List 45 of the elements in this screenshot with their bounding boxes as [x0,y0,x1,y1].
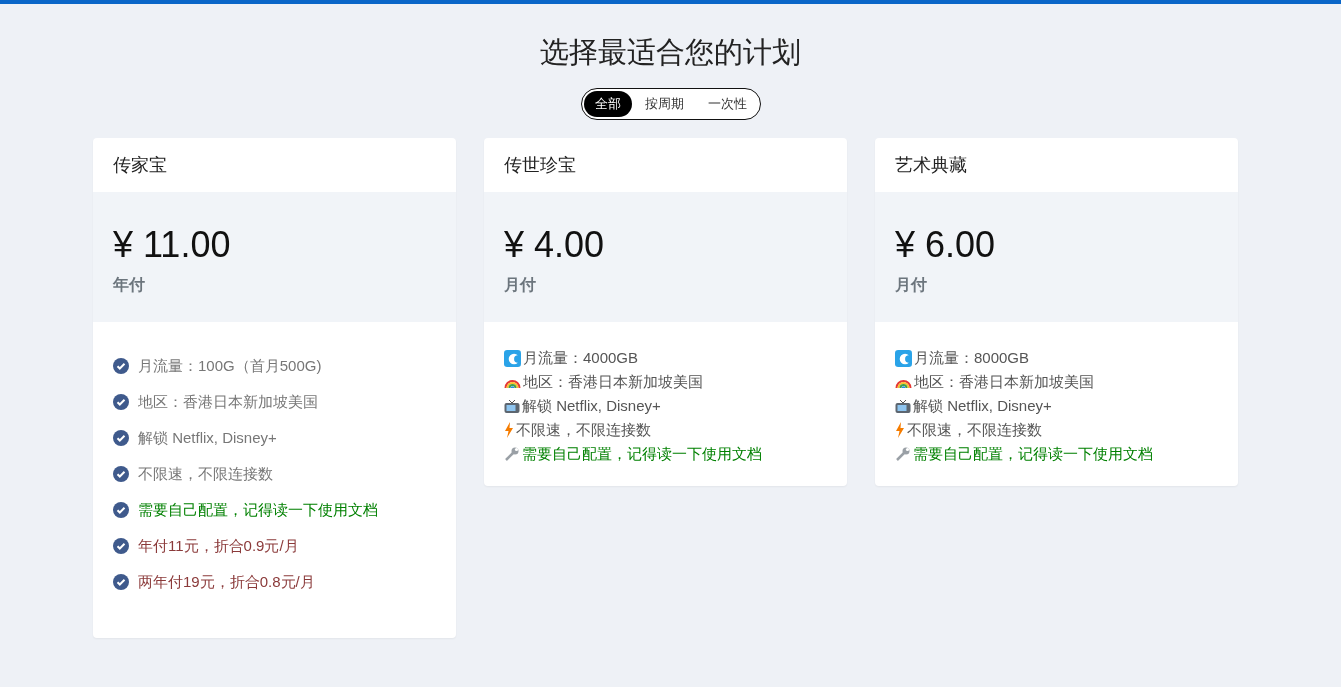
wave-icon [504,349,521,367]
feature-text: 两年付19元，折合0.8元/月 [138,572,315,592]
check-circle-icon [113,574,129,590]
feature-text: 不限速，不限连接数 [138,464,273,484]
television-icon [504,398,520,414]
feature-text: 月流量：4000GB [523,348,639,368]
check-circle-icon [113,430,129,446]
price: ¥ 11.00 [113,222,232,267]
check-circle-icon [113,538,129,554]
plan-name: 艺术典藏 [894,154,968,177]
feature-text: 年付11元，折合0.9元/月 [138,536,299,556]
page-title: 选择最适合您的计划 [539,35,802,70]
filter-tab[interactable]: 按周期 [633,91,695,117]
lightning-icon [504,422,514,438]
check-circle-icon [113,358,129,374]
feature-text: 需要自己配置，记得读一下使用文档 [522,444,762,464]
plan-name: 传家宝 [112,154,168,177]
check-circle-icon [113,466,129,482]
feature-text: 不限速，不限连接数 [907,420,1042,440]
feature-text: 需要自己配置，记得读一下使用文档 [138,500,378,520]
lightning-icon [895,422,905,438]
feature-text: 解锁 Netflix, Disney+ [522,396,661,416]
billing-period: 月付 [504,274,537,295]
feature-text: 地区：香港日本新加坡美国 [914,372,1094,392]
feature-text: 解锁 Netflix, Disney+ [138,428,277,448]
price: ¥ 6.00 [895,222,997,267]
feature-text: 需要自己配置，记得读一下使用文档 [913,444,1153,464]
feature-text: 解锁 Netflix, Disney+ [913,396,1052,416]
feature-text: 月流量：8000GB [914,348,1030,368]
billing-period: 年付 [113,274,146,295]
plan-name: 传世珍宝 [503,154,577,177]
feature-text: 地区：香港日本新加坡美国 [138,392,318,412]
filter-tab[interactable]: 一次性 [696,91,758,117]
wrench-icon [504,446,520,462]
check-circle-icon [113,502,129,518]
price: ¥ 4.00 [504,222,606,267]
billing-period: 月付 [895,274,928,295]
wrench-icon [895,446,911,462]
television-icon [895,398,911,414]
wave-icon [895,349,912,367]
feature-text: 不限速，不限连接数 [516,420,651,440]
feature-text: 地区：香港日本新加坡美国 [523,372,703,392]
feature-text: 月流量：100G（首月500G) [138,356,322,376]
check-circle-icon [113,394,129,410]
filter-tab[interactable]: 全部 [583,91,632,117]
